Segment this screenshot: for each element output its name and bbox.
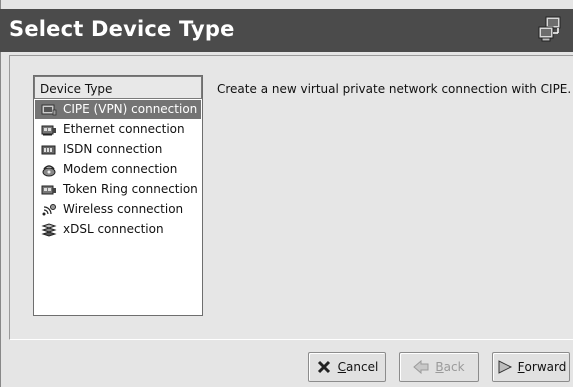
vpn-icon: [41, 104, 57, 115]
ethernet-card-icon: [41, 125, 56, 135]
list-item-label: Modem connection: [63, 162, 178, 176]
wireless-icon: [42, 203, 56, 215]
back-mnemonic: B: [435, 360, 444, 374]
page-header: Select Device Type: [0, 9, 573, 52]
token-ring-card-icon: [41, 185, 56, 194]
back-label: ack: [443, 360, 465, 374]
isdn-card-icon: [41, 145, 56, 154]
cancel-label: ancel: [346, 360, 379, 374]
list-item-label: Token Ring connection: [63, 182, 198, 196]
xdsl-icon: [41, 222, 57, 237]
forward-button[interactable]: Forward: [492, 352, 570, 382]
list-item-modem[interactable]: Modem connection: [35, 160, 201, 179]
modem-icon: [42, 164, 56, 176]
list-item-cipe-vpn[interactable]: CIPE (VPN) connection: [35, 100, 201, 119]
arrow-left-icon: [413, 360, 429, 374]
back-button[interactable]: Back: [399, 352, 479, 382]
list-item-label: xDSL connection: [63, 222, 164, 236]
column-header-device-type[interactable]: Device Type: [34, 76, 202, 99]
page-title: Select Device Type: [9, 17, 235, 41]
list-item-xdsl[interactable]: xDSL connection: [35, 220, 201, 239]
list-item-ethernet[interactable]: Ethernet connection: [35, 120, 201, 139]
network-device-icon: [538, 16, 561, 42]
arrow-right-icon: [498, 360, 512, 374]
device-description: Create a new virtual private network con…: [217, 82, 572, 96]
list-item-token-ring[interactable]: Token Ring connection: [35, 180, 201, 199]
cancel-button[interactable]: Cancel: [308, 352, 386, 382]
close-icon: [317, 360, 330, 374]
forward-mnemonic: F: [517, 360, 525, 374]
list-item-label: ISDN connection: [63, 142, 163, 156]
forward-label: orward: [524, 360, 567, 374]
device-type-list[interactable]: Device Type CIPE (VPN) connection Ethern…: [33, 75, 203, 316]
list-item-isdn[interactable]: ISDN connection: [35, 140, 201, 159]
list-item-wireless[interactable]: Wireless connection: [35, 200, 201, 219]
list-item-label: Wireless connection: [63, 202, 184, 216]
cancel-mnemonic: C: [337, 360, 347, 374]
list-item-label: Ethernet connection: [63, 122, 185, 136]
list-item-label: CIPE (VPN) connection: [63, 102, 198, 116]
